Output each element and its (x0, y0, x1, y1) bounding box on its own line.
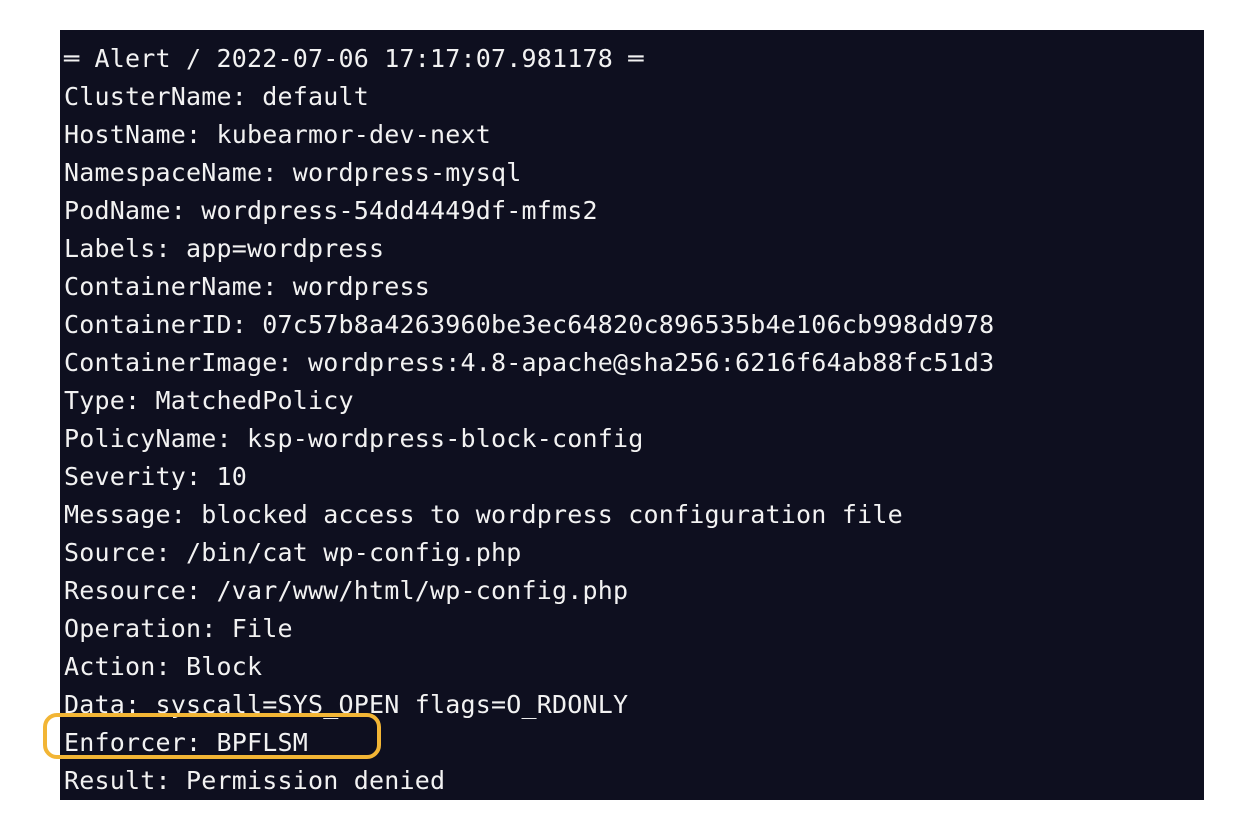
severity-line: Severity: 10 (64, 462, 248, 491)
data-line: Data: syscall=SYS_OPEN flags=O_RDONLY (64, 690, 629, 719)
source-line: Source: /bin/cat wp-config.php (64, 538, 522, 567)
terminal-window[interactable]: ═ Alert / 2022-07-06 17:17:07.981178 ═ C… (60, 30, 1204, 800)
policy-name-line: PolicyName: ksp-wordpress-block-config (64, 424, 644, 453)
cluster-name-line: ClusterName: default (64, 82, 370, 111)
resource-line: Resource: /var/www/html/wp-config.php (64, 576, 629, 605)
container-image-line: ContainerImage: wordpress:4.8-apache@sha… (64, 348, 995, 377)
operation-line: Operation: File (64, 614, 293, 643)
container-name-line: ContainerName: wordpress (64, 272, 431, 301)
host-name-line: HostName: kubearmor-dev-next (64, 120, 492, 149)
action-line: Action: Block (64, 652, 263, 681)
enforcer-line: Enforcer: BPFLSM (64, 728, 309, 757)
type-line: Type: MatchedPolicy (64, 386, 354, 415)
pod-name-line: PodName: wordpress-54dd4449df-mfms2 (64, 196, 598, 225)
message-line: Message: blocked access to wordpress con… (64, 500, 903, 529)
namespace-name-line: NamespaceName: wordpress-mysql (64, 158, 522, 187)
result-line: Result: Permission denied (64, 766, 446, 795)
alert-header-line: ═ Alert / 2022-07-06 17:17:07.981178 ═ (64, 44, 644, 73)
container-id-line: ContainerID: 07c57b8a4263960be3ec64820c8… (64, 310, 995, 339)
labels-line: Labels: app=wordpress (64, 234, 385, 263)
